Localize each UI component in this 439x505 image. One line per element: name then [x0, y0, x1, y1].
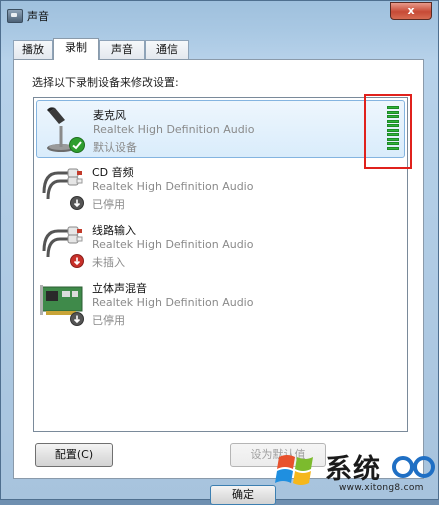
device-name: 线路输入 [92, 224, 136, 237]
highlight-annotation-box [364, 94, 412, 169]
title-bar[interactable]: 声音 x [1, 1, 438, 29]
recording-device-list[interactable]: 麦克风 Realtek High Definition Audio 默认设备 C… [33, 97, 408, 432]
device-status: 默认设备 [93, 141, 137, 154]
device-name: 麦克风 [93, 109, 126, 122]
device-driver: Realtek High Definition Audio [92, 180, 254, 193]
device-status: 已停用 [92, 198, 125, 211]
instruction-label: 选择以下录制设备来修改设置: [32, 76, 179, 89]
tab-recording[interactable]: 录制 [53, 38, 99, 60]
window-title: 声音 [27, 10, 49, 23]
ok-button[interactable]: 确定 [210, 485, 276, 505]
sound-dialog-window: 声音 x 播放 录制 声音 通信 选择以下录制设备来修改设置: 麦克风 Real… [0, 0, 439, 505]
green-check-badge [69, 137, 85, 153]
recording-panel: 选择以下录制设备来修改设置: 麦克风 Realtek High Definiti… [13, 59, 424, 479]
device-status: 未插入 [92, 256, 125, 269]
watermark-text: 系统 [325, 454, 381, 485]
device-status: 已停用 [92, 314, 125, 327]
tab-sounds[interactable]: 声音 [99, 40, 145, 59]
down-arrow-badge [70, 196, 84, 210]
tab-communications[interactable]: 通信 [145, 40, 189, 59]
watermark-url: www.xitong8.com [339, 483, 424, 493]
device-driver: Realtek High Definition Audio [92, 296, 254, 309]
device-name: 立体声混音 [92, 282, 147, 295]
device-item-stereo-mix[interactable]: 立体声混音 Realtek High Definition Audio 已停用 [36, 274, 405, 332]
site-watermark: 系统 www.xitong8.com [271, 443, 439, 501]
device-name: CD 音频 [92, 166, 134, 179]
speaker-app-icon [7, 9, 23, 23]
device-item-cd-audio[interactable]: CD 音频 Realtek High Definition Audio 已停用 [36, 158, 405, 216]
windows-logo-icon [275, 455, 313, 485]
configure-button[interactable]: 配置(C) [35, 443, 113, 467]
device-driver: Realtek High Definition Audio [92, 238, 254, 251]
close-button[interactable]: x [390, 2, 432, 20]
tab-playback[interactable]: 播放 [13, 40, 53, 59]
device-item-microphone[interactable]: 麦克风 Realtek High Definition Audio 默认设备 [36, 100, 405, 158]
watermark-logo-icon [392, 456, 435, 478]
down-arrow-badge [70, 312, 84, 326]
red-down-arrow-badge [70, 254, 84, 268]
device-driver: Realtek High Definition Audio [93, 123, 255, 136]
device-item-line-in[interactable]: 线路输入 Realtek High Definition Audio 未插入 [36, 216, 405, 274]
